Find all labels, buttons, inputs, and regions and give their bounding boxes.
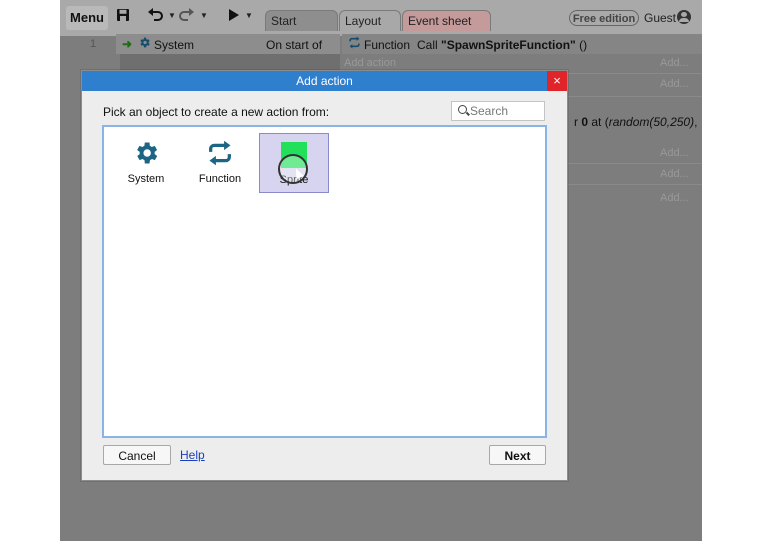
object-label: Function — [198, 173, 242, 185]
tab-start-page[interactable]: Start page× — [265, 10, 338, 49]
dialog-title: Add action — [296, 74, 353, 88]
add-link[interactable]: Add... — [660, 147, 689, 159]
tab-layout-1[interactable]: Layout 1× — [339, 10, 401, 49]
call-suffix: () — [575, 38, 588, 52]
search-box[interactable] — [451, 101, 545, 121]
add-link[interactable]: Add... — [660, 168, 689, 180]
object-list[interactable]: System Function Sprite — [102, 125, 547, 438]
action-text-fragment: r 0 at (random(50,250), — [574, 115, 697, 129]
object-function[interactable]: Function — [187, 133, 253, 193]
play-icon[interactable] — [228, 8, 240, 25]
action-call-text: Call "SpawnSpriteFunction" () — [417, 38, 587, 52]
event-condition-row[interactable]: ➜ System On start of layout — [116, 34, 340, 66]
fragment-italic-expr: random(50,250) — [608, 115, 695, 129]
dialog-title-bar[interactable]: Add action × — [82, 71, 567, 91]
gear-icon — [132, 139, 160, 170]
fragment-end: , — [694, 115, 698, 129]
add-link[interactable]: Add... — [660, 57, 689, 69]
action-object-name: Function — [364, 38, 411, 52]
object-sprite[interactable]: Sprite — [259, 133, 329, 193]
function-arrows-icon — [348, 36, 361, 52]
dialog-prompt: Pick an object to create a new action fr… — [103, 105, 330, 119]
tab-event-sheet-1[interactable]: Event sheet 1× — [402, 10, 491, 49]
menu-button[interactable]: Menu — [66, 6, 108, 30]
gear-icon — [138, 36, 151, 52]
undo-dropdown-icon[interactable]: ▼ — [168, 11, 176, 20]
redo-icon[interactable] — [178, 8, 194, 25]
event-line-number: 1 — [90, 38, 97, 50]
close-button[interactable]: × — [547, 71, 567, 91]
add-action-dialog: Add action × Pick an object to create a … — [81, 70, 568, 481]
cancel-button[interactable]: Cancel — [103, 445, 171, 465]
main-toolbar: Menu ▼ ▼ ▼ Start page× Layout 1× Event s… — [60, 0, 702, 49]
object-system[interactable]: System — [113, 133, 179, 193]
save-icon[interactable] — [116, 8, 130, 25]
add-link[interactable]: Add... — [660, 192, 689, 204]
user-icon[interactable] — [677, 10, 691, 24]
help-link[interactable]: Help — [180, 448, 205, 462]
add-link[interactable]: Add... — [660, 78, 689, 90]
add-action-link[interactable]: Add action — [344, 57, 396, 69]
play-dropdown-icon[interactable]: ▼ — [245, 11, 253, 20]
search-icon — [458, 105, 467, 114]
user-name[interactable]: Guest — [644, 11, 676, 25]
undo-icon[interactable] — [148, 8, 164, 25]
fragment-mid: at ( — [588, 115, 609, 129]
call-prefix: Call — [417, 38, 442, 52]
action-row[interactable]: Function Call "SpawnSpriteFunction" () — [342, 34, 702, 54]
event-object-name: System — [154, 38, 195, 52]
object-label: System — [127, 173, 165, 185]
function-arrows-icon — [206, 139, 234, 170]
trigger-arrow-icon: ➜ — [122, 37, 133, 51]
call-function-name: "SpawnSpriteFunction" — [441, 38, 576, 52]
search-input[interactable] — [470, 103, 540, 119]
next-button[interactable]: Next — [489, 445, 546, 465]
redo-dropdown-icon[interactable]: ▼ — [200, 11, 208, 20]
edition-badge[interactable]: Free edition — [569, 10, 639, 26]
